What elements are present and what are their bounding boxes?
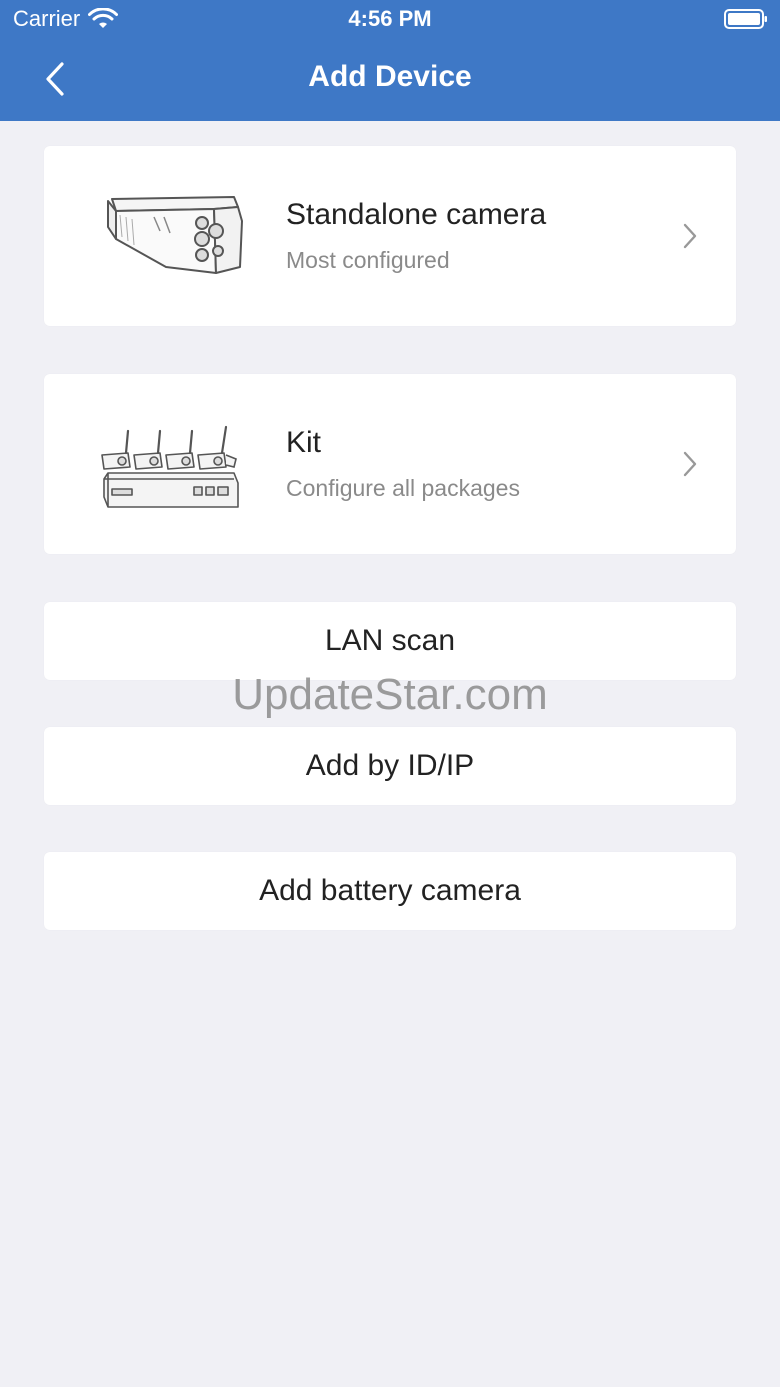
chevron-left-icon (46, 62, 64, 96)
status-bar: Carrier 4:56 PM (0, 0, 780, 40)
device-subtitle: Most configured (286, 247, 450, 273)
add-by-id-ip-button[interactable]: Add by ID/IP (44, 727, 736, 805)
device-title: Standalone camera (286, 198, 547, 231)
lan-scan-button[interactable]: LAN scan (44, 602, 736, 680)
device-option-kit[interactable]: Kit Configure all packages (44, 374, 736, 554)
app-header: Carrier 4:56 PM Add Device (0, 0, 780, 121)
chevron-right-icon (683, 451, 697, 477)
back-button[interactable] (30, 54, 80, 104)
device-option-standalone-camera[interactable]: Standalone camera Most configured (44, 146, 736, 326)
page-title: Add Device (308, 60, 472, 93)
bullet-camera-icon (107, 196, 243, 274)
add-battery-camera-button[interactable]: Add battery camera (44, 852, 736, 930)
battery-icon (724, 9, 767, 29)
nav-bar: Add Device (0, 40, 780, 121)
action-label: LAN scan (324, 624, 456, 657)
status-time: 4:56 PM (348, 6, 432, 31)
device-title: Kit (286, 426, 322, 459)
device-subtitle: Configure all packages (286, 475, 520, 501)
nvr-kit-icon (101, 425, 239, 508)
action-label: Add by ID/IP (305, 749, 475, 782)
action-label: Add battery camera (259, 874, 521, 907)
chevron-right-icon (683, 223, 697, 249)
